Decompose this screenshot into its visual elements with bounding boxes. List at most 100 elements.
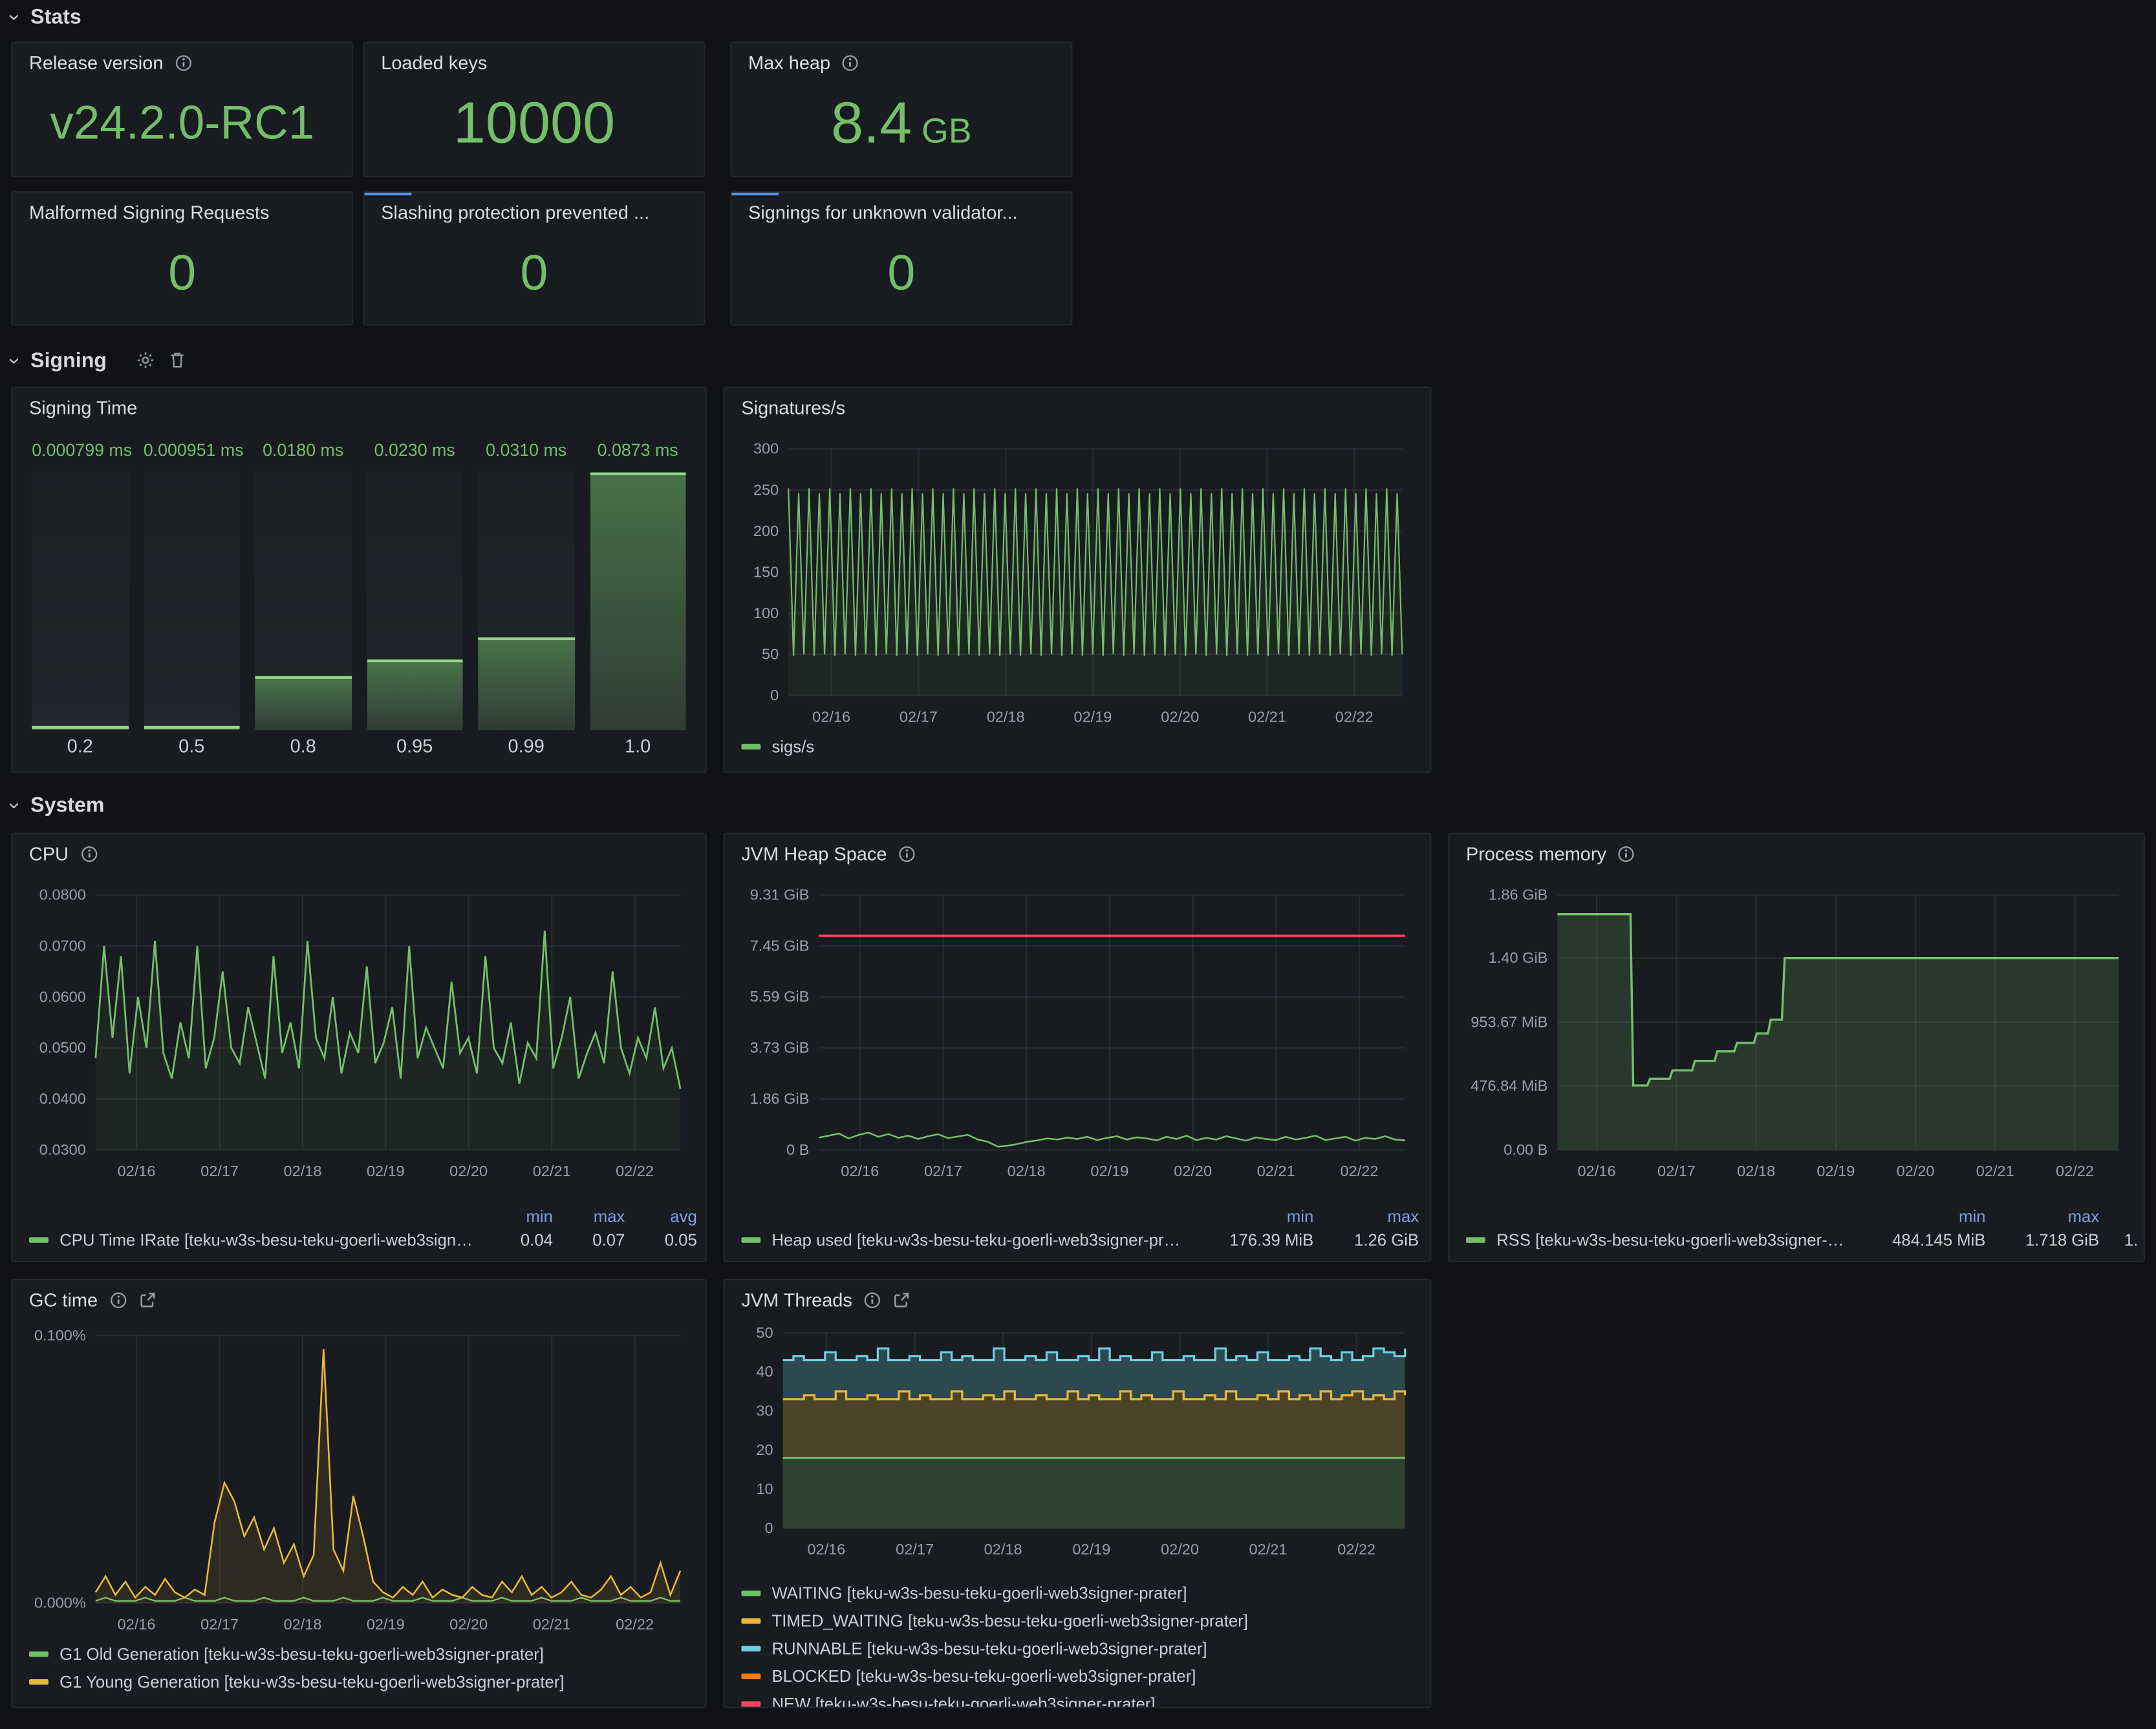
legend-item[interactable]: BLOCKED [teku-w3s-besu-teku-goerli-web3s… [741, 1662, 1413, 1690]
svg-text:02/19: 02/19 [1090, 1163, 1128, 1179]
panel-header[interactable]: GC time [12, 1280, 705, 1319]
info-icon[interactable] [109, 1291, 127, 1309]
chart-canvas[interactable]: 0.00 B476.84 MiB953.67 MiB1.40 GiB1.86 G… [1466, 875, 2129, 1186]
panel-header[interactable]: Malformed Signing Requests [12, 193, 352, 231]
legend-stat-value: 1. [2113, 1230, 2139, 1250]
svg-text:02/21: 02/21 [1248, 708, 1286, 725]
chart-canvas[interactable]: 0.000%0.100%02/1602/1702/1802/1902/2002/… [29, 1322, 691, 1639]
panel-max-heap: Max heap 8.4 GB [730, 41, 1072, 177]
svg-text:20: 20 [756, 1441, 773, 1458]
chart-canvas[interactable]: 05010015020025030002/1602/1702/1802/1902… [741, 429, 1416, 731]
svg-text:0.100%: 0.100% [34, 1327, 86, 1344]
panel-header[interactable]: JVM Threads [725, 1280, 1430, 1319]
stat-value: 0 [521, 247, 548, 297]
panel-header[interactable]: Signing Time [12, 388, 705, 427]
bar-fill [367, 660, 463, 730]
bargauge-bar[interactable]: 0.000951 ms0.5 [144, 440, 240, 763]
bar-axis-label: 0.2 [32, 730, 128, 763]
bargauge-bar[interactable]: 0.0310 ms0.99 [478, 440, 574, 763]
series-color-swatch [741, 1701, 760, 1707]
info-icon[interactable] [898, 844, 916, 863]
gear-icon[interactable] [136, 350, 155, 370]
section-header-stats[interactable]: › Stats [11, 0, 81, 33]
legend-label: G1 Young Generation [teku-w3s-besu-teku-… [59, 1672, 564, 1691]
legend-stat-header[interactable]: avg [639, 1206, 697, 1225]
chevron-down-icon: › [3, 13, 26, 20]
info-icon[interactable] [80, 844, 98, 863]
panel-header[interactable]: JVM Heap Space [725, 834, 1430, 873]
chart-canvas[interactable]: 0 B1.86 GiB3.73 GiB5.59 GiB7.45 GiB9.31 … [741, 875, 1416, 1186]
bargauge-bar[interactable]: 0.0873 ms1.0 [590, 440, 686, 763]
info-icon[interactable] [841, 53, 859, 71]
panel-title: Process memory [1466, 843, 1606, 864]
legend-stat-header[interactable]: min [495, 1206, 553, 1225]
legend-stat-header[interactable]: max [566, 1206, 625, 1225]
bar-value-label: 0.0310 ms [478, 440, 574, 468]
panel-header[interactable]: CPU [12, 834, 705, 873]
chart-canvas[interactable]: 0.03000.04000.05000.06000.07000.080002/1… [29, 875, 691, 1186]
bar-track [144, 471, 240, 731]
panel-header[interactable]: Signings for unknown validator... [731, 193, 1071, 231]
svg-text:02/16: 02/16 [841, 1163, 879, 1179]
panel-header[interactable]: Slashing protection prevented ... [365, 193, 704, 231]
external-link-icon[interactable] [892, 1291, 911, 1309]
trash-icon[interactable] [167, 350, 187, 370]
info-icon[interactable] [1617, 844, 1635, 863]
info-icon[interactable] [863, 1291, 881, 1309]
svg-text:0.0700: 0.0700 [39, 938, 86, 954]
legend-item[interactable]: TIMED_WAITING [teku-w3s-besu-teku-goerli… [741, 1607, 1413, 1635]
external-link-icon[interactable] [138, 1291, 156, 1309]
chart-canvas[interactable]: 0102030405002/1602/1702/1802/1902/2002/2… [741, 1322, 1416, 1564]
series-color-swatch [1466, 1237, 1485, 1243]
bargauge-bar[interactable]: 0.000799 ms0.2 [32, 440, 128, 763]
legend-label: RUNNABLE [teku-w3s-besu-teku-goerli-web3… [771, 1639, 1207, 1659]
svg-text:476.84 MiB: 476.84 MiB [1471, 1077, 1547, 1094]
svg-text:02/22: 02/22 [616, 1163, 654, 1179]
svg-text:02/17: 02/17 [200, 1616, 239, 1633]
svg-text:953.67 MiB: 953.67 MiB [1471, 1013, 1547, 1030]
legend-item[interactable]: G1 Old Generation [teku-w3s-besu-teku-go… [29, 1640, 689, 1668]
legend-stat-header[interactable]: max [1328, 1206, 1419, 1225]
chevron-down-icon: › [3, 357, 26, 364]
legend-label: RSS [teku-w3s-besu-teku-goerli-web3signe… [1496, 1230, 1844, 1250]
bargauge-bar[interactable]: 0.0180 ms0.8 [255, 440, 351, 763]
legend-stat-header[interactable]: min [1203, 1206, 1313, 1225]
panel-title: Signings for unknown validator... [748, 202, 1017, 222]
svg-text:02/17: 02/17 [200, 1163, 239, 1179]
legend-item[interactable]: NEW [teku-w3s-besu-teku-goerli-web3signe… [741, 1690, 1413, 1708]
legend-stat-header[interactable]: max [2000, 1206, 2099, 1225]
bargauge-bar[interactable]: 0.0230 ms0.95 [367, 440, 463, 763]
legend-item[interactable]: sigs/s [741, 733, 1413, 760]
legend-item[interactable]: Heap used [teku-w3s-besu-teku-goerli-web… [741, 1226, 1419, 1254]
legend-stat-header[interactable]: min [1858, 1206, 1985, 1225]
bar-fill [478, 637, 574, 730]
info-icon[interactable] [175, 53, 193, 71]
svg-text:7.45 GiB: 7.45 GiB [750, 938, 810, 954]
bar-value-label: 0.0873 ms [590, 440, 686, 468]
section-header-system[interactable]: › System [11, 788, 104, 821]
svg-text:0: 0 [770, 687, 779, 703]
panel-cpu: CPU 0.03000.04000.05000.06000.07000.0800… [11, 833, 707, 1262]
legend-item[interactable]: RUNNABLE [teku-w3s-besu-teku-goerli-web3… [741, 1635, 1413, 1662]
series-color-swatch [741, 744, 760, 750]
svg-text:0: 0 [765, 1520, 773, 1536]
legend-label: G1 Old Generation [teku-w3s-besu-teku-go… [59, 1644, 544, 1664]
panel-header[interactable]: Release version [12, 43, 352, 81]
legend-item[interactable]: RSS [teku-w3s-besu-teku-goerli-web3signe… [1466, 1226, 2138, 1254]
panel-jvm-heap-space: JVM Heap Space 0 B1.86 GiB3.73 GiB5.59 G… [723, 833, 1431, 1262]
legend-item[interactable]: G1 Young Generation [teku-w3s-besu-teku-… [29, 1668, 689, 1696]
section-title-system: System [30, 793, 104, 817]
section-header-signing[interactable]: › Signing [11, 343, 187, 376]
panel-header[interactable]: Max heap [731, 43, 1071, 81]
svg-text:02/21: 02/21 [1257, 1163, 1295, 1179]
panel-header[interactable]: Loaded keys [365, 43, 704, 81]
cpu-chart: 0.03000.04000.05000.06000.07000.080002/1… [29, 875, 691, 1193]
panel-header[interactable]: Signatures/s [725, 388, 1430, 427]
legend-stat-value: 1.26 GiB [1328, 1230, 1419, 1250]
svg-text:02/22: 02/22 [1335, 708, 1374, 725]
legend-item[interactable]: WAITING [teku-w3s-besu-teku-goerli-web3s… [741, 1580, 1413, 1607]
legend-item[interactable]: CPU Time IRate [teku-w3s-besu-teku-goerl… [29, 1226, 697, 1254]
panel-header[interactable]: Process memory [1449, 834, 2143, 873]
legend-label: Heap used [teku-w3s-besu-teku-goerli-web… [771, 1230, 1189, 1250]
section-title-stats: Stats [30, 5, 81, 28]
